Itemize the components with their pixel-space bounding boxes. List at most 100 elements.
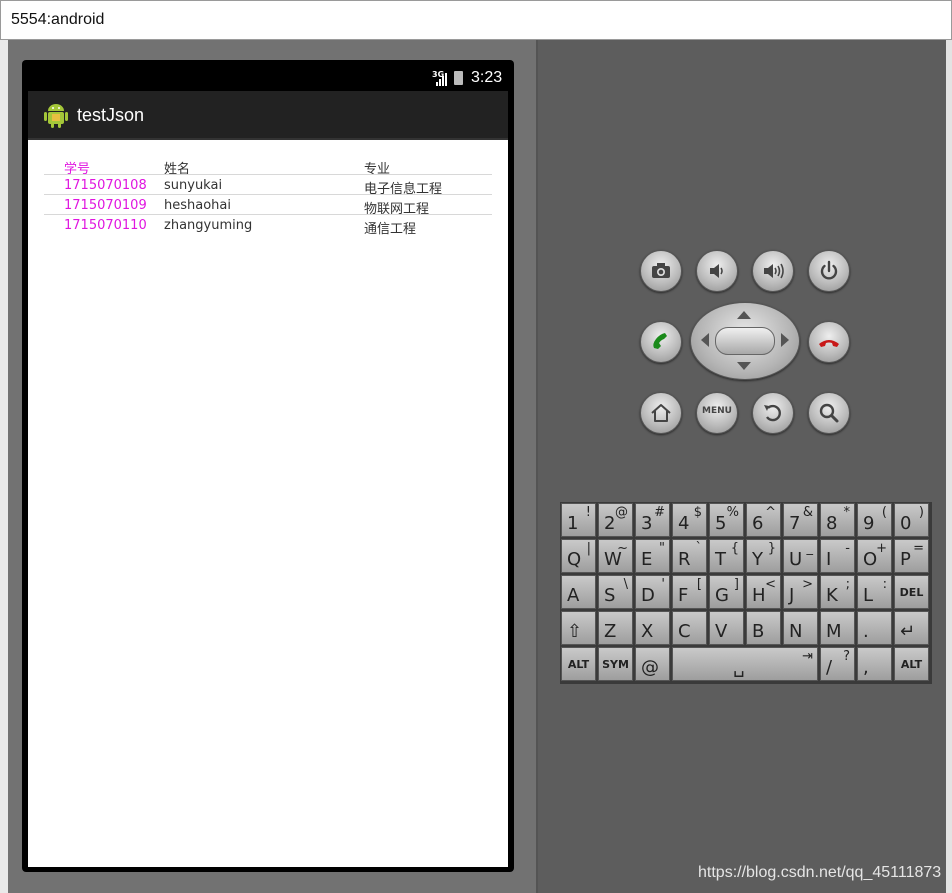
- key-alt-label: ?: [843, 649, 850, 664]
- key-symbol[interactable]: @: [635, 647, 670, 681]
- key-s[interactable]: S \: [598, 575, 633, 609]
- content-area: [28, 140, 508, 867]
- key-c[interactable]: C: [672, 611, 707, 645]
- key-g[interactable]: G]: [709, 575, 744, 609]
- call-button[interactable]: [640, 321, 682, 363]
- key-label: U: [789, 549, 803, 570]
- key-label: 2: [604, 513, 616, 534]
- key-alt-label: *: [843, 505, 851, 520]
- key-3[interactable]: 3 #: [635, 503, 670, 537]
- end-call-button[interactable]: [808, 321, 850, 363]
- key-6[interactable]: 6 ^: [746, 503, 781, 537]
- key-alt-label: &: [802, 505, 813, 520]
- key-label: ,: [863, 657, 869, 678]
- key-7[interactable]: 7 &: [783, 503, 818, 537]
- key-alt-label: >: [802, 577, 813, 592]
- key-alt-label: (: [881, 505, 887, 520]
- key-x[interactable]: X: [635, 611, 670, 645]
- key-label: L: [863, 585, 874, 606]
- volume-up-button[interactable]: [752, 250, 794, 292]
- dpad-right-icon[interactable]: [781, 333, 789, 347]
- key-label: V: [715, 621, 728, 642]
- key-8[interactable]: 8 *: [820, 503, 855, 537]
- power-button[interactable]: [808, 250, 850, 292]
- key-n[interactable]: N: [783, 611, 818, 645]
- key-b[interactable]: B: [746, 611, 781, 645]
- key-k[interactable]: K;: [820, 575, 855, 609]
- key-label: E: [641, 549, 653, 570]
- key-del[interactable]: DEL: [894, 575, 929, 609]
- key-z[interactable]: Z: [598, 611, 633, 645]
- key-space[interactable]: ␣ ⇥: [672, 647, 818, 681]
- key-o[interactable]: O +: [857, 539, 892, 573]
- key-alt[interactable]: ALT: [894, 647, 929, 681]
- key-label: .: [863, 621, 869, 642]
- key-alt-label: :: [882, 577, 887, 592]
- key-t[interactable]: T{: [709, 539, 744, 573]
- key-alt-label: _: [806, 541, 814, 556]
- dpad-center-button[interactable]: [715, 327, 775, 355]
- key-label: ALT: [567, 658, 590, 671]
- key-symbol[interactable]: .: [857, 611, 892, 645]
- key-symbol[interactable]: /?: [820, 647, 855, 681]
- key-label: T: [715, 549, 726, 570]
- key-2[interactable]: 2 @: [598, 503, 633, 537]
- volume-down-button[interactable]: [696, 250, 738, 292]
- dpad-left-icon[interactable]: [701, 333, 709, 347]
- key-alt-label: ': [661, 577, 665, 592]
- key-alt-label: -: [845, 541, 850, 556]
- menu-button[interactable]: MENU: [696, 392, 738, 434]
- search-button[interactable]: [808, 392, 850, 434]
- key-p[interactable]: P =: [894, 539, 929, 573]
- key-label: P: [900, 549, 911, 570]
- key-alt[interactable]: ALT: [561, 647, 596, 681]
- cell-student-id: 1715070110: [64, 218, 147, 233]
- key-q[interactable]: Q |: [561, 539, 596, 573]
- key-label: D: [641, 585, 655, 606]
- key-label: X: [641, 621, 654, 642]
- key-4[interactable]: 4 $: [672, 503, 707, 537]
- key-label: 7: [789, 513, 801, 534]
- window-title: 5554:android: [11, 11, 105, 28]
- dpad-up-icon[interactable]: [737, 311, 751, 319]
- key-a[interactable]: A: [561, 575, 596, 609]
- key-symbol[interactable]: ⇧: [561, 611, 596, 645]
- volume-up-icon: [764, 263, 784, 279]
- key-9[interactable]: 9(: [857, 503, 892, 537]
- key-label: ↵: [900, 621, 916, 642]
- key-label: /: [826, 657, 833, 678]
- table-row[interactable]: 1715070108 sunyukai 电子信息工程: [44, 175, 492, 197]
- dpad-down-icon[interactable]: [737, 362, 751, 370]
- key-alt-label: ": [659, 541, 665, 556]
- key-alt-label: ;: [845, 577, 850, 592]
- key-i[interactable]: I-: [820, 539, 855, 573]
- key-l[interactable]: L:: [857, 575, 892, 609]
- key-d[interactable]: D ': [635, 575, 670, 609]
- camera-button[interactable]: [640, 250, 682, 292]
- key-alt-label: \: [623, 577, 628, 592]
- key-m[interactable]: M: [820, 611, 855, 645]
- window-title-bar: 5554:android: [0, 0, 952, 40]
- key-5[interactable]: 5%: [709, 503, 744, 537]
- key-r[interactable]: R `: [672, 539, 707, 573]
- back-button[interactable]: [752, 392, 794, 434]
- key-e[interactable]: E ": [635, 539, 670, 573]
- key-j[interactable]: J >: [783, 575, 818, 609]
- signal-icon: [436, 73, 447, 86]
- table-row[interactable]: 1715070110 zhangyuming 通信工程: [44, 215, 492, 237]
- home-button[interactable]: [640, 392, 682, 434]
- cell-major: 通信工程: [364, 222, 417, 237]
- key-v[interactable]: V: [709, 611, 744, 645]
- key-sym[interactable]: SYM: [598, 647, 633, 681]
- key-w[interactable]: W ~: [598, 539, 633, 573]
- key-f[interactable]: F[: [672, 575, 707, 609]
- key-1[interactable]: 1!: [561, 503, 596, 537]
- key-0[interactable]: 0): [894, 503, 929, 537]
- table-row[interactable]: 1715070109 heshaohai 物联网工程: [44, 195, 492, 217]
- key-h[interactable]: H <: [746, 575, 781, 609]
- key-u[interactable]: U _: [783, 539, 818, 573]
- key-symbol[interactable]: ↵: [894, 611, 929, 645]
- key-y[interactable]: Y}: [746, 539, 781, 573]
- cell-student-id: 1715070108: [64, 178, 147, 193]
- key-symbol[interactable]: ,: [857, 647, 892, 681]
